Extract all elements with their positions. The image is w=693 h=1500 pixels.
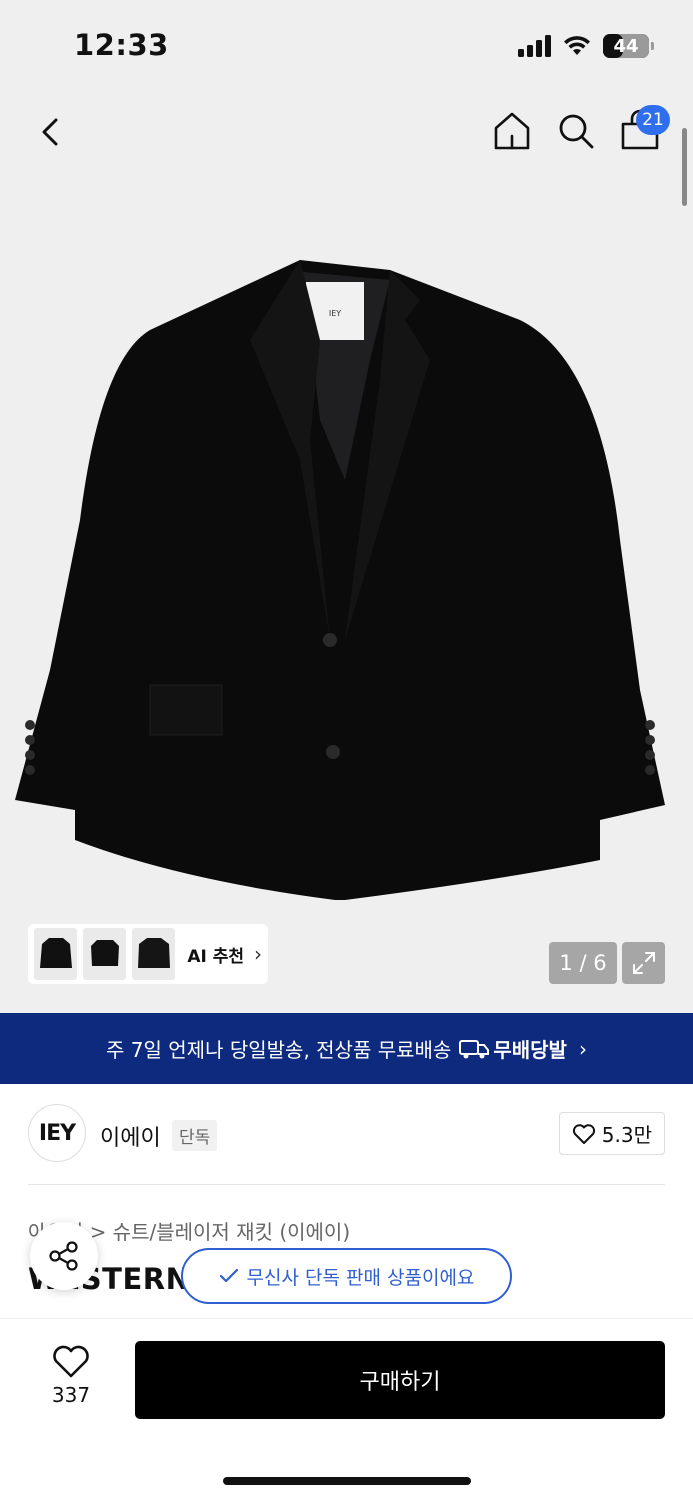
expand-image-button[interactable] [622, 942, 665, 984]
heart-icon [572, 1123, 595, 1144]
home-icon[interactable] [490, 108, 534, 154]
brand-like-button[interactable]: 5.3만 [558, 1112, 665, 1155]
share-icon [49, 1241, 78, 1271]
brand-name[interactable]: 이에이 [100, 1120, 161, 1152]
scrollbar[interactable] [682, 128, 687, 206]
home-indicator[interactable] [223, 1477, 471, 1485]
battery-level: 44 [613, 35, 639, 57]
recommend-thumb[interactable] [132, 928, 176, 980]
buy-button[interactable]: 구매하기 [135, 1341, 665, 1419]
share-button[interactable] [30, 1222, 98, 1290]
check-icon [219, 1268, 238, 1283]
delivery-truck-icon [459, 1039, 490, 1058]
product-jacket-image: IEY [15, 260, 665, 900]
free-shipping-banner[interactable]: 주 7일 언제나 당일발송, 전상품 무료배송 무배당발 › [0, 1013, 693, 1084]
heart-icon [53, 1345, 89, 1378]
recommend-thumb[interactable] [34, 928, 78, 980]
ai-recommend-label: AI 추천 [187, 946, 245, 967]
product-image-gallery[interactable]: 12:33 44 21 IEY AI 추천 › 1 / 6 [0, 0, 693, 1013]
status-icons: 44 [518, 32, 654, 60]
back-chevron-icon[interactable] [34, 110, 70, 154]
wifi-icon [564, 36, 590, 55]
search-icon[interactable] [554, 108, 598, 154]
exclusive-tag: 단독 [172, 1120, 218, 1151]
banner-badge: 무배당발 [459, 1034, 567, 1063]
exclusive-toast: 무신사 단독 판매 상품이에요 [181, 1248, 512, 1304]
expand-icon [632, 952, 655, 974]
divider [28, 1184, 665, 1185]
image-page-indicator: 1 / 6 [549, 942, 617, 984]
cart-count-badge: 21 [636, 105, 670, 135]
top-nav [0, 100, 693, 164]
recommend-thumb[interactable] [83, 928, 127, 980]
cellular-signal-icon [518, 35, 551, 57]
bottom-action-bar: 337 구매하기 [0, 1318, 693, 1500]
banner-badge-text: 무배당발 [493, 1038, 567, 1062]
brand-logo[interactable]: IEY [28, 1104, 86, 1162]
garment-label: IEY [329, 309, 341, 318]
chevron-right-icon: › [254, 942, 263, 966]
battery-icon: 44 [603, 34, 654, 58]
status-time: 12:33 [74, 28, 169, 62]
wishlist-count: 337 [51, 1383, 91, 1407]
breadcrumb-subcategory[interactable]: > 슈트/블레이저 재킷 (이에이) [90, 1220, 351, 1244]
brand-like-count: 5.3만 [601, 1123, 652, 1147]
brand-row: IEY 이에이 단독 5.3만 [28, 1104, 665, 1164]
chevron-right-icon: › [578, 1036, 587, 1061]
toast-text: 무신사 단독 판매 상품이에요 [246, 1266, 475, 1289]
ai-recommend-strip[interactable]: AI 추천 › [28, 924, 268, 984]
banner-text: 주 7일 언제나 당일발송, 전상품 무료배송 [106, 1038, 452, 1062]
status-bar: 12:33 44 [0, 0, 693, 90]
wishlist-button[interactable]: 337 [40, 1345, 102, 1407]
